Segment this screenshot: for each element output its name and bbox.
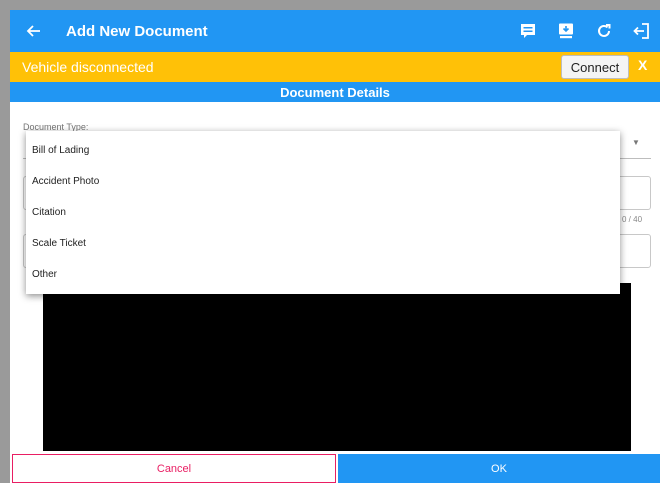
ok-button[interactable]: OK	[338, 454, 660, 483]
chevron-down-icon[interactable]: ▼	[632, 138, 640, 147]
app-bar: Add New Document	[10, 10, 660, 52]
notes-icon[interactable]	[516, 19, 540, 43]
app-bar-actions	[516, 19, 654, 43]
refresh-icon[interactable]	[592, 19, 616, 43]
photo-preview[interactable]	[43, 283, 631, 451]
dropdown-option-accident-photo[interactable]: Accident Photo	[26, 166, 620, 197]
character-counter: 0 / 40	[622, 215, 643, 224]
screen: Add New Document Vehicle disconnected Co…	[10, 10, 660, 483]
dropdown-option-other[interactable]: Other	[26, 259, 620, 290]
cancel-button[interactable]: Cancel	[12, 454, 336, 483]
connect-button[interactable]: Connect	[561, 55, 629, 79]
connection-status-text: Vehicle disconnected	[22, 59, 154, 75]
dropdown-option-scale-ticket[interactable]: Scale Ticket	[26, 228, 620, 259]
logout-icon[interactable]	[630, 19, 654, 43]
section-header: Document Details	[10, 82, 660, 102]
connection-banner: Vehicle disconnected Connect X	[10, 52, 660, 82]
device-sync-icon[interactable]	[554, 19, 578, 43]
footer-actions: Cancel OK	[10, 454, 660, 483]
banner-close-button[interactable]: X	[638, 57, 647, 73]
page-title: Add New Document	[66, 22, 208, 40]
dropdown-option-bill-of-lading[interactable]: Bill of Lading	[26, 135, 620, 166]
back-arrow-icon[interactable]	[22, 19, 46, 43]
dropdown-option-citation[interactable]: Citation	[26, 197, 620, 228]
document-type-dropdown: Bill of Lading Accident Photo Citation S…	[26, 131, 620, 294]
